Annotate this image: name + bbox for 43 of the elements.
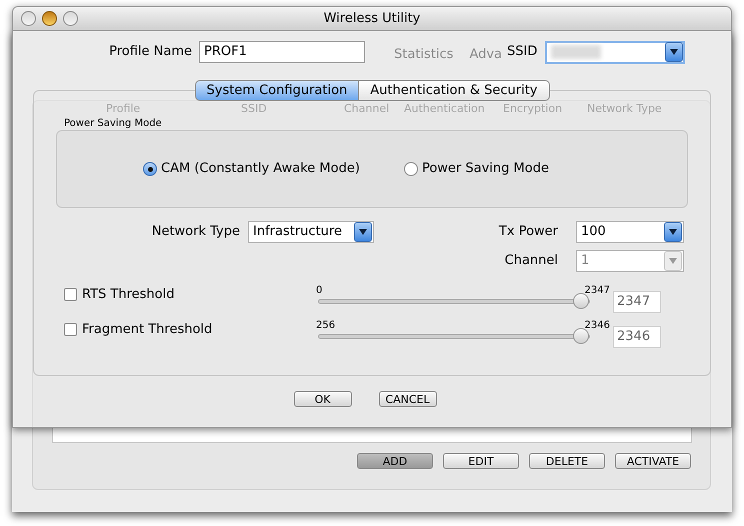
column-header: Network Type	[587, 102, 662, 115]
toolbar-button[interactable]: DELETE	[529, 453, 605, 469]
column-header: Authentication	[404, 102, 485, 115]
field-label: Network Type	[150, 223, 241, 242]
zoom-icon[interactable]	[63, 11, 78, 26]
dialog-button[interactable]: OK	[294, 391, 352, 407]
column-header: Profile	[106, 102, 140, 115]
network-type-dropdown[interactable]: Infrastructure	[248, 221, 374, 243]
checkbox-label: RTS Threshold	[82, 286, 174, 304]
slider-max-label: 2346	[584, 319, 610, 333]
slider-max-label: 2347	[584, 284, 610, 298]
toolbar-button[interactable]: ACTIVATE	[615, 453, 691, 469]
window-title: Wireless Utility	[324, 10, 420, 28]
profile-name-field[interactable]: PROF1	[199, 41, 365, 63]
radio-label: CAM (Constantly Awake Mode)	[161, 160, 360, 178]
checkbox[interactable]	[64, 288, 77, 301]
checkbox[interactable]	[64, 322, 77, 336]
tx-power-dropdown[interactable]: 100	[576, 221, 684, 243]
field-label: Tx Power	[498, 223, 559, 242]
tab[interactable]: System Configuration	[194, 80, 360, 101]
column-header: SSID	[241, 102, 267, 115]
radio-label: Power Saving Mode	[422, 160, 549, 178]
slider-min-label: 0	[316, 284, 322, 298]
checkbox-label: Fragment Threshold	[82, 320, 212, 338]
column-header: Channel	[344, 102, 390, 115]
toolbar-button[interactable]: ADD	[357, 453, 433, 469]
tab[interactable]: Authentication & Security	[359, 80, 550, 101]
toolbar-button[interactable]: EDIT	[443, 453, 519, 469]
ssid-dropdown[interactable]	[545, 40, 686, 64]
field-label: SSID	[507, 43, 538, 62]
radio-button[interactable]	[404, 162, 418, 176]
group-title: Power Saving Mode	[64, 118, 162, 130]
radio-button[interactable]	[143, 162, 157, 176]
blurred-value	[551, 45, 602, 59]
threshold-field[interactable]: 2347	[613, 291, 661, 313]
field-label: Channel	[504, 252, 559, 270]
close-icon[interactable]	[21, 11, 36, 26]
slider-min-label: 256	[316, 319, 336, 333]
threshold-field[interactable]: 2346	[613, 326, 661, 348]
dialog-button[interactable]: CANCEL	[378, 391, 436, 407]
field-label: Profile Name	[108, 43, 193, 62]
minimize-icon[interactable]	[42, 11, 57, 26]
column-header: Encryption	[503, 102, 562, 115]
